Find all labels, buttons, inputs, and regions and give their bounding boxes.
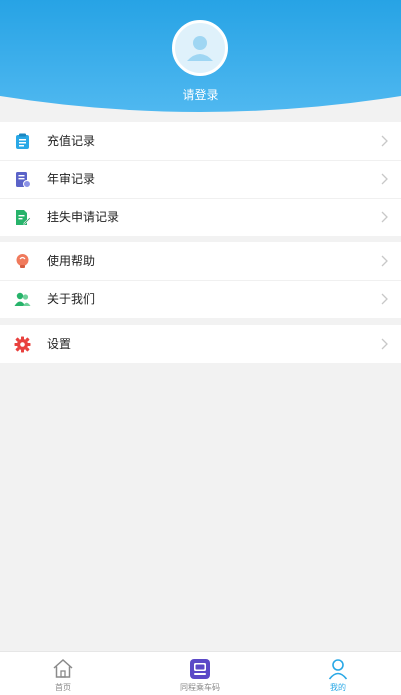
menu-item-label: 挂失申请记录 — [47, 210, 120, 224]
menu-item-annual-review-records[interactable]: 年审记录 — [0, 160, 401, 198]
gear-icon — [14, 336, 31, 353]
chevron-right-icon — [381, 255, 388, 267]
home-icon — [53, 658, 73, 678]
chevron-right-icon — [381, 211, 388, 223]
bottom-tab-bar: 首页 同程乘车码 我的 — [0, 651, 401, 695]
settings-group: 设置 — [0, 325, 401, 363]
document-badge-icon — [16, 172, 31, 188]
profile-header: 请登录 — [0, 0, 401, 120]
user-icon — [328, 659, 348, 680]
menu-item-label: 年审记录 — [47, 172, 96, 186]
menu-item-settings[interactable]: 设置 — [0, 325, 401, 363]
info-group: 使用帮助 关于我们 — [0, 242, 401, 318]
tab-label: 我的 — [330, 683, 346, 692]
people-icon — [14, 292, 31, 306]
tab-label: 同程乘车码 — [180, 683, 220, 692]
chevron-right-icon — [381, 135, 388, 147]
menu-item-label: 设置 — [47, 337, 72, 351]
chevron-right-icon — [381, 293, 388, 305]
tab-bus-code[interactable]: 同程乘车码 — [160, 652, 240, 695]
menu-item-label: 充值记录 — [47, 134, 96, 148]
document-edit-icon — [16, 210, 31, 225]
menu-item-label: 关于我们 — [47, 292, 96, 306]
menu-item-recharge-records[interactable]: 充值记录 — [0, 122, 401, 160]
tab-label: 首页 — [55, 683, 71, 692]
menu-item-help[interactable]: 使用帮助 — [0, 242, 401, 280]
bus-code-icon — [190, 659, 210, 679]
profile-page: 请登录 充值记录 年审记录 挂失申请记录 使用帮助 关于我们 设置 首页 同程乘… — [0, 0, 401, 695]
records-group: 充值记录 年审记录 挂失申请记录 — [0, 122, 401, 236]
menu-item-label: 使用帮助 — [47, 254, 96, 268]
menu-item-about-us[interactable]: 关于我们 — [0, 280, 401, 318]
login-link[interactable]: 请登录 — [0, 86, 401, 103]
tab-mine[interactable]: 我的 — [298, 652, 378, 695]
tab-home[interactable]: 首页 — [23, 652, 103, 695]
menu-item-loss-report-records[interactable]: 挂失申请记录 — [0, 198, 401, 236]
chevron-right-icon — [381, 173, 388, 185]
clipboard-icon — [16, 133, 29, 149]
default-avatar-icon — [187, 36, 213, 61]
lightbulb-icon — [16, 254, 29, 268]
avatar[interactable] — [172, 20, 228, 76]
chevron-right-icon — [381, 338, 388, 350]
